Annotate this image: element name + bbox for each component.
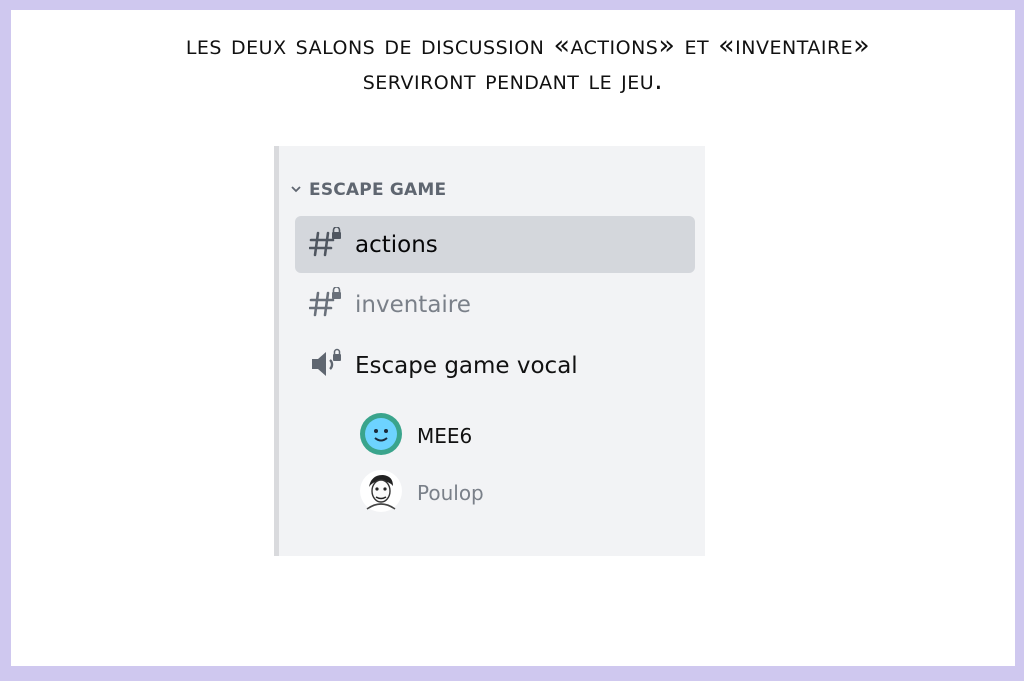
channel-escape-game-vocal[interactable]: Escape game vocal bbox=[295, 337, 695, 394]
channel-actions[interactable]: actions bbox=[295, 216, 695, 273]
user-name: Poulop bbox=[417, 481, 484, 505]
voice-user-mee6[interactable]: MEE6 bbox=[359, 412, 472, 460]
channel-inventaire[interactable]: inventaire bbox=[295, 276, 695, 333]
channel-label: actions bbox=[355, 231, 438, 258]
speaker-lock-icon bbox=[309, 348, 343, 384]
channel-label: Escape game vocal bbox=[355, 352, 578, 379]
category-escape-game[interactable]: ESCAPE GAME bbox=[289, 180, 446, 200]
channel-label: inventaire bbox=[355, 291, 471, 318]
channel-sidebar: ESCAPE GAME actions inventaire Escape ga… bbox=[274, 146, 705, 556]
hashtag-lock-icon bbox=[308, 285, 343, 323]
voice-user-poulop[interactable]: Poulop bbox=[359, 469, 484, 517]
chevron-down-icon bbox=[289, 183, 303, 198]
caption: Les deux salons de discussion «actions» … bbox=[11, 28, 1015, 98]
mee6-avatar bbox=[359, 412, 403, 460]
caption-line-2: serviront pendant le jeu. bbox=[362, 65, 664, 96]
hashtag-lock-icon bbox=[308, 225, 343, 263]
category-label: ESCAPE GAME bbox=[309, 180, 447, 200]
portrait-avatar bbox=[359, 469, 403, 517]
caption-line-1: Les deux salons de discussion «actions» … bbox=[185, 30, 871, 61]
user-name: MEE6 bbox=[417, 424, 473, 448]
